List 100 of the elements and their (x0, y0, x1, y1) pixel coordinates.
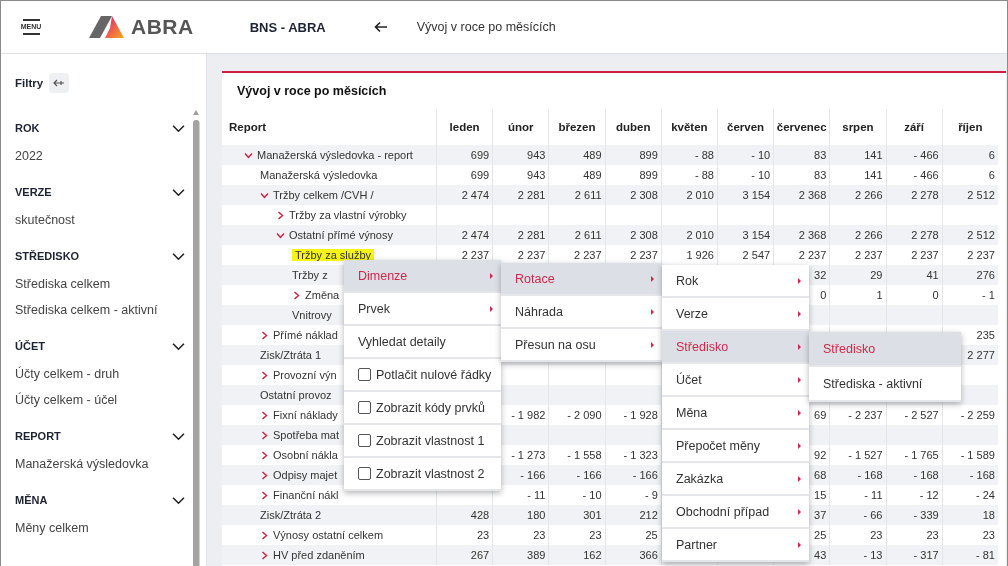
menu-item[interactable]: Zobrazit vlastnost 2 (344, 458, 501, 491)
chevron-right-icon[interactable] (260, 550, 269, 560)
column-header[interactable]: září (904, 121, 924, 133)
column-header[interactable]: srpen (842, 121, 874, 133)
row-label[interactable]: Tržby za služby (292, 249, 374, 261)
chevron-down-icon[interactable] (172, 341, 185, 351)
row-label[interactable]: HV před zdaněním (273, 549, 365, 561)
table-cell: 180 (527, 509, 546, 521)
column-header[interactable]: duben (615, 121, 651, 133)
chevron-right-icon[interactable] (260, 530, 269, 540)
submenu-arrow-icon (490, 305, 493, 312)
chevron-right-icon[interactable] (260, 410, 269, 420)
row-label[interactable]: Odpisy majet (273, 469, 338, 481)
menu-item[interactable]: Rotace (501, 263, 662, 296)
row-label[interactable]: Zisk/Ztráta 1 (260, 349, 322, 361)
menu-item[interactable]: Měna (662, 397, 809, 430)
column-header[interactable]: leden (449, 121, 480, 133)
table-cell: 37 (814, 509, 827, 521)
chevron-right-icon[interactable] (260, 330, 269, 340)
menu-item[interactable]: Středisko (809, 332, 961, 367)
row-label[interactable]: Osobní nákla (273, 449, 338, 461)
column-header[interactable]: únor (508, 121, 534, 133)
table-cell: - 12 (919, 489, 939, 501)
menu-item[interactable]: Zobrazit vlastnost 1 (344, 425, 501, 458)
chevron-down-icon[interactable] (172, 251, 185, 261)
chevron-down-icon[interactable] (172, 495, 185, 505)
filter-value[interactable]: Střediska celkem - aktivní (15, 297, 158, 323)
filter-value[interactable]: skutečnost (15, 207, 75, 233)
filter-value[interactable]: Manažerská výsledovka (15, 451, 149, 477)
table-cell: 141 (864, 149, 883, 161)
checkbox[interactable] (358, 467, 371, 480)
menu-item[interactable]: Rok (662, 265, 809, 298)
menu-item[interactable]: Dimenze (344, 260, 501, 293)
row-label[interactable]: Fixní náklady (273, 409, 338, 421)
row-label[interactable]: Vnitrovy (292, 309, 332, 321)
table-cell: 389 (527, 549, 546, 561)
row-label[interactable]: Manažerská výsledovka - report (257, 149, 413, 161)
menu-item[interactable]: Potlačit nulové řádky (344, 359, 501, 392)
column-header[interactable]: Report (229, 121, 267, 133)
menu-item[interactable]: Zakázka (662, 463, 809, 496)
chevron-right-icon[interactable] (260, 470, 269, 480)
checkbox[interactable] (358, 368, 371, 381)
table-cell: - 166 (520, 469, 546, 481)
filter-value[interactable]: Účty celkem - druh (15, 361, 120, 387)
menu-item[interactable]: Obchodní případ (662, 496, 809, 529)
collapse-panel-button[interactable] (49, 73, 70, 93)
column-header[interactable]: červenec (776, 121, 827, 133)
filter-section-title: ROK (15, 122, 40, 134)
table-cell: 2 237 (574, 249, 602, 261)
table-cell: - 13 (863, 549, 883, 561)
table-cell: - 9 (644, 489, 658, 501)
row-label[interactable]: Ostatní přímé výnosy (289, 229, 393, 241)
scrollbar-drawing[interactable] (192, 110, 200, 566)
menu-item[interactable]: Střediska - aktivní (809, 367, 961, 402)
filter-value[interactable]: Střediska celkem (15, 271, 111, 297)
row-label[interactable]: Finanční nákl (273, 489, 339, 501)
row-label[interactable]: Spotřeba mat (273, 429, 340, 441)
chevron-down-icon[interactable] (172, 187, 185, 197)
column-header[interactable]: březen (558, 121, 596, 133)
menu-item[interactable]: Přepočet měny (662, 430, 809, 463)
column-header[interactable]: květen (671, 121, 708, 133)
table-cell: 2 474 (461, 229, 490, 241)
chevron-right-icon[interactable] (260, 370, 269, 380)
chevron-down-icon[interactable] (172, 431, 185, 441)
submenu-arrow-icon (798, 442, 801, 449)
chevron-right-icon[interactable] (292, 290, 301, 300)
filter-value[interactable]: Měny celkem (15, 515, 89, 541)
column-header[interactable]: červen (727, 121, 765, 133)
table-cell: 32 (814, 269, 827, 281)
row-label[interactable]: Provozní výn (273, 369, 337, 381)
table-cell: - 88 (694, 149, 714, 161)
menu-item[interactable]: Středisko (662, 331, 809, 364)
menu-item[interactable]: Partner (662, 529, 809, 562)
row-label[interactable]: Tržby za vlastní výrobky (289, 209, 407, 221)
row-label[interactable]: Manažerská výsledovka (260, 169, 378, 181)
row-label[interactable]: Ostatní provoz (260, 389, 332, 401)
table-cell: 2 237 (798, 249, 827, 261)
table-cell: 92 (814, 449, 827, 461)
table-cell: 943 (527, 149, 546, 161)
column-header[interactable]: říjen (958, 121, 983, 133)
chevron-right-icon[interactable] (276, 210, 285, 220)
chevron-right-icon[interactable] (260, 450, 269, 460)
filter-value[interactable]: 2022 (15, 143, 43, 169)
table-cell: 23 (533, 529, 546, 541)
checkbox[interactable] (358, 434, 371, 447)
table-cell: 3 154 (742, 229, 771, 241)
row-label[interactable]: Zisk/Ztráta 2 (260, 509, 322, 521)
row-label[interactable]: Tržby celkem /CVH / (273, 189, 374, 201)
chevron-right-icon[interactable] (260, 490, 269, 500)
back-arrow-icon[interactable] (373, 21, 388, 33)
row-label[interactable]: Změna (305, 289, 340, 301)
menu-item[interactable]: Zobrazit kódy prvků (344, 392, 501, 425)
row-label[interactable]: Výnosy ostatní celkem (273, 529, 384, 541)
chevron-down-icon[interactable] (172, 123, 185, 133)
row-label[interactable]: Tržby z (292, 269, 328, 281)
chevron-right-icon[interactable] (260, 430, 269, 440)
filter-value[interactable]: Účty celkem - účel (15, 387, 118, 413)
checkbox[interactable] (358, 401, 371, 414)
table-cell: 2 237 (461, 249, 490, 261)
row-label[interactable]: Přímé náklad (273, 329, 338, 341)
